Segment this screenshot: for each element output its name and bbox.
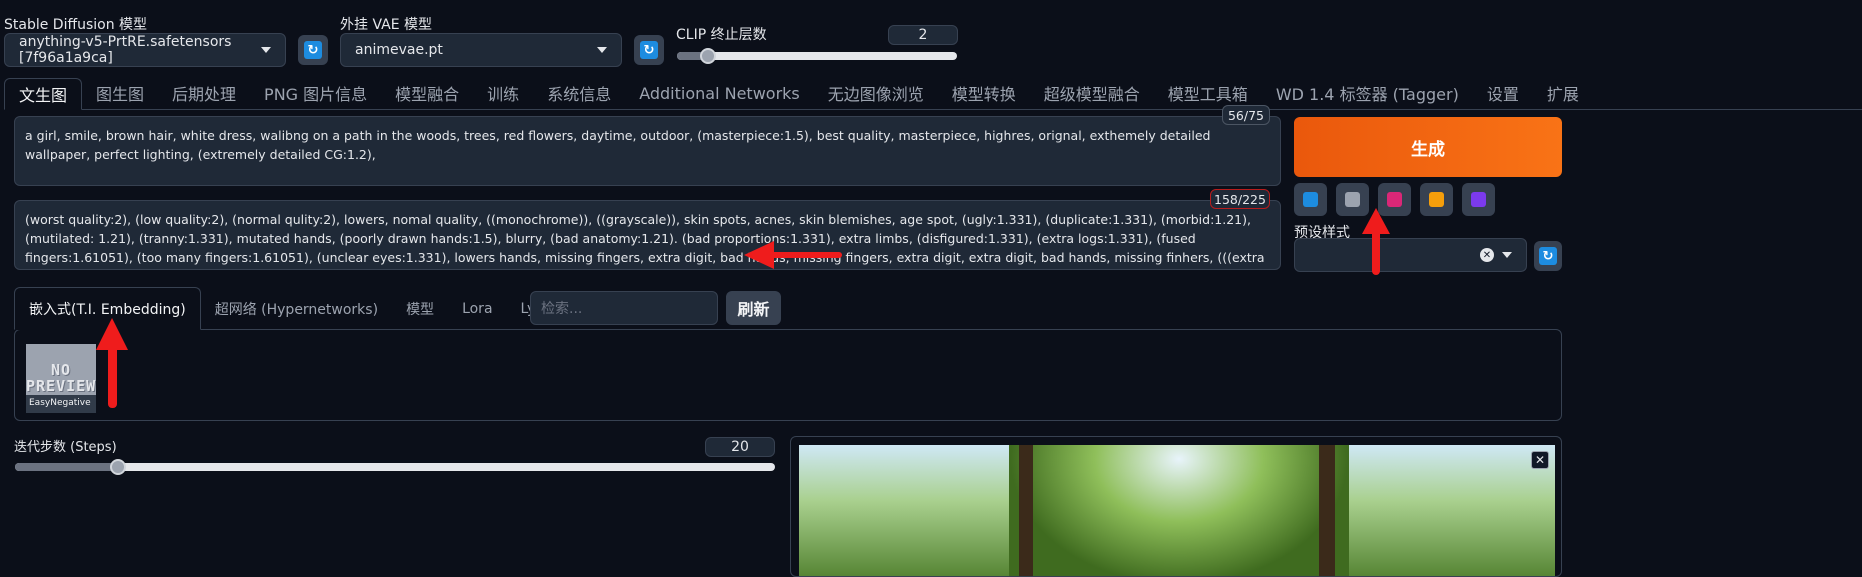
tab-5[interactable]: 训练 [473,77,533,109]
extra-tab-1[interactable]: 超网络 (Hypernetworks) [201,287,392,330]
clipboard-icon [1429,192,1444,207]
prompt-textarea[interactable]: a girl, smile, brown hair, white dress, … [14,116,1281,186]
tree-trunk [1319,445,1335,576]
tool-buttons [1294,183,1495,216]
tab-9[interactable]: 模型转换 [938,77,1030,109]
tab-0[interactable]: 文生图 [4,78,83,110]
tab-1[interactable]: 图生图 [82,77,158,109]
trash-icon [1345,192,1360,207]
no-preview-text: NO PREVIEW [26,362,96,394]
steps-value-input[interactable]: 20 [705,437,775,457]
tab-6[interactable]: 系统信息 [533,77,625,109]
tab-7[interactable]: Additional Networks [625,77,814,109]
vae-dropdown[interactable]: animevae.pt [340,33,622,67]
output-gallery: ✕ [790,436,1562,577]
tab-13[interactable]: 设置 [1473,77,1533,109]
paste-params-button[interactable] [1294,183,1327,216]
refresh-icon: ↻ [640,41,658,59]
tab-14[interactable]: 扩展 [1533,77,1593,109]
refresh-icon: ↻ [1539,247,1557,265]
vae-refresh-button[interactable]: ↻ [634,35,664,65]
sd-model-value: anything-v5-PrtRE.safetensors [7f96a1a9c… [19,34,232,66]
network-refresh-button[interactable]: 刷新 [726,291,781,325]
sd-model-label: Stable Diffusion 模型 [4,17,148,33]
extra-tab-2[interactable]: 模型 [392,287,448,330]
embedding-card[interactable]: NO PREVIEW EasyNegative [26,344,96,413]
extra-tab-3[interactable]: Lora [448,287,506,330]
tab-2[interactable]: 后期处理 [158,77,250,109]
negative-token-counter: 158/225 [1210,189,1270,209]
clear-selection-icon[interactable]: ✕ [1480,248,1494,262]
chevron-down-icon [261,47,271,53]
tab-3[interactable]: PNG 图片信息 [250,77,381,109]
embedding-card-name: EasyNegative [26,395,96,413]
no-preview-label: NO PREVIEW [26,361,96,395]
tree-trunk [1019,445,1033,576]
forest-image-content [1009,445,1349,576]
chevron-down-icon [1502,252,1512,258]
tab-8[interactable]: 无边图像浏览 [814,77,938,109]
vae-value: animevae.pt [355,42,443,58]
steps-slider[interactable] [15,459,775,475]
tab-10[interactable]: 超级模型融合 [1030,77,1154,109]
output-image[interactable] [799,445,1555,576]
tab-4[interactable]: 模型融合 [381,77,473,109]
floppy-disk-icon [1471,192,1486,207]
sd-model-refresh-button[interactable]: ↻ [298,35,328,65]
preset-styles-dropdown[interactable]: ✕ [1294,238,1527,272]
clip-value-input[interactable]: 2 [888,25,958,45]
flower-card-icon [1387,192,1402,207]
negative-prompt-textarea[interactable]: (worst quality:2), (low quality:2), (nor… [14,200,1281,270]
main-tabs: 文生图 图生图 后期处理 PNG 图片信息 模型融合 训练 系统信息 Additional N… [4,77,1862,110]
generate-button[interactable]: 生成 [1294,117,1562,177]
arrow-diagonal-icon [1303,192,1318,207]
network-search-input[interactable]: 检索... [530,291,718,325]
vae-label: 外挂 VAE 模型 [340,17,433,33]
chevron-down-icon [597,47,607,53]
close-icon[interactable]: ✕ [1531,451,1549,469]
refresh-icon: ↻ [304,41,322,59]
steps-slider-fill [15,463,118,471]
prompt-token-counter: 56/75 [1222,105,1270,125]
extra-networks-panel [14,329,1562,421]
sd-model-dropdown[interactable]: anything-v5-PrtRE.safetensors [7f96a1a9c… [4,33,286,67]
tab-12[interactable]: WD 1.4 标签器 (Tagger) [1262,77,1473,109]
clip-slider-thumb[interactable] [700,48,716,64]
clip-slider[interactable] [677,48,957,64]
preset-refresh-button[interactable]: ↻ [1534,241,1562,271]
save-style-button[interactable] [1462,183,1495,216]
apply-style-button[interactable] [1420,183,1453,216]
steps-slider-thumb[interactable] [110,459,126,475]
steps-label: 迭代步数 (Steps) [14,440,117,455]
clip-label: CLIP 终止层数 [676,27,767,43]
